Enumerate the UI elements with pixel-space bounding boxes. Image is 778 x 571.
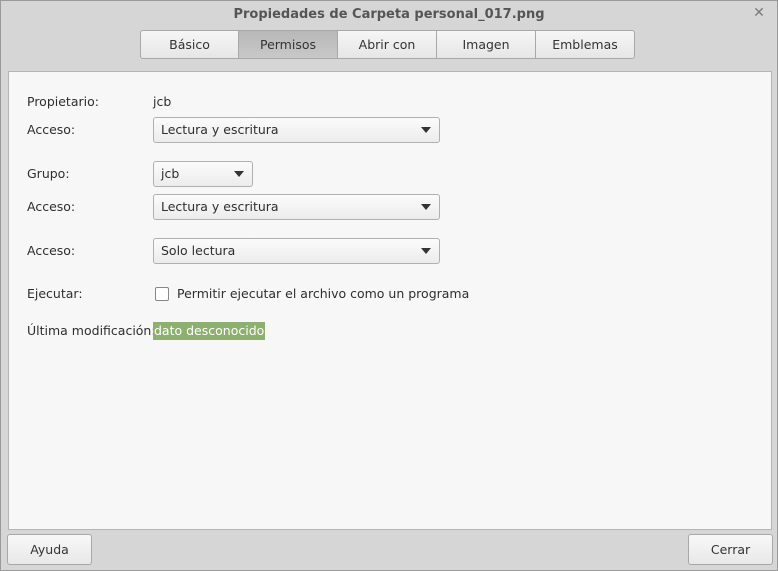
chevron-down-icon <box>421 248 431 254</box>
owner-value: jcb <box>153 94 172 109</box>
properties-dialog: Propiedades de Carpeta personal_017.png … <box>0 0 778 571</box>
chevron-down-icon <box>234 171 244 177</box>
window-title: Propiedades de Carpeta personal_017.png <box>233 7 545 22</box>
group-value: jcb <box>161 166 180 181</box>
permissions-panel: Propietario: jcb Acceso: Lectura y escri… <box>8 71 772 530</box>
tab-abrir-con[interactable]: Abrir con <box>338 30 437 59</box>
group-label: Grupo: <box>27 166 70 181</box>
owner-access-value: Lectura y escritura <box>161 122 279 137</box>
close-button[interactable]: Cerrar <box>688 534 773 565</box>
execute-label: Ejecutar: <box>27 286 83 301</box>
others-access-value: Solo lectura <box>161 243 236 258</box>
group-access-select[interactable]: Lectura y escritura <box>153 194 440 220</box>
execute-checkbox[interactable] <box>155 287 169 301</box>
help-button[interactable]: Ayuda <box>7 534 92 565</box>
owner-access-label: Acceso: <box>27 122 76 137</box>
others-access-select[interactable]: Solo lectura <box>153 238 440 264</box>
tab-emblemas[interactable]: Emblemas <box>536 30 635 59</box>
group-access-value: Lectura y escritura <box>161 199 279 214</box>
modified-label: Última modificación: <box>27 323 156 338</box>
owner-label: Propietario: <box>27 94 99 109</box>
others-access-label: Acceso: <box>27 243 76 258</box>
group-select[interactable]: jcb <box>153 161 253 187</box>
close-icon[interactable]: ✕ <box>751 5 767 21</box>
modified-value: dato desconocido <box>153 322 266 340</box>
group-access-label: Acceso: <box>27 199 76 214</box>
tab-bar: Básico Permisos Abrir con Imagen Emblema… <box>140 30 635 60</box>
execute-checkbox-label[interactable]: Permitir ejecutar el archivo como un pro… <box>177 281 469 307</box>
tab-basico[interactable]: Básico <box>140 30 239 59</box>
tab-imagen[interactable]: Imagen <box>437 30 536 59</box>
tab-permisos[interactable]: Permisos <box>239 30 338 59</box>
chevron-down-icon <box>421 127 431 133</box>
chevron-down-icon <box>421 204 431 210</box>
owner-access-select[interactable]: Lectura y escritura <box>153 117 440 143</box>
